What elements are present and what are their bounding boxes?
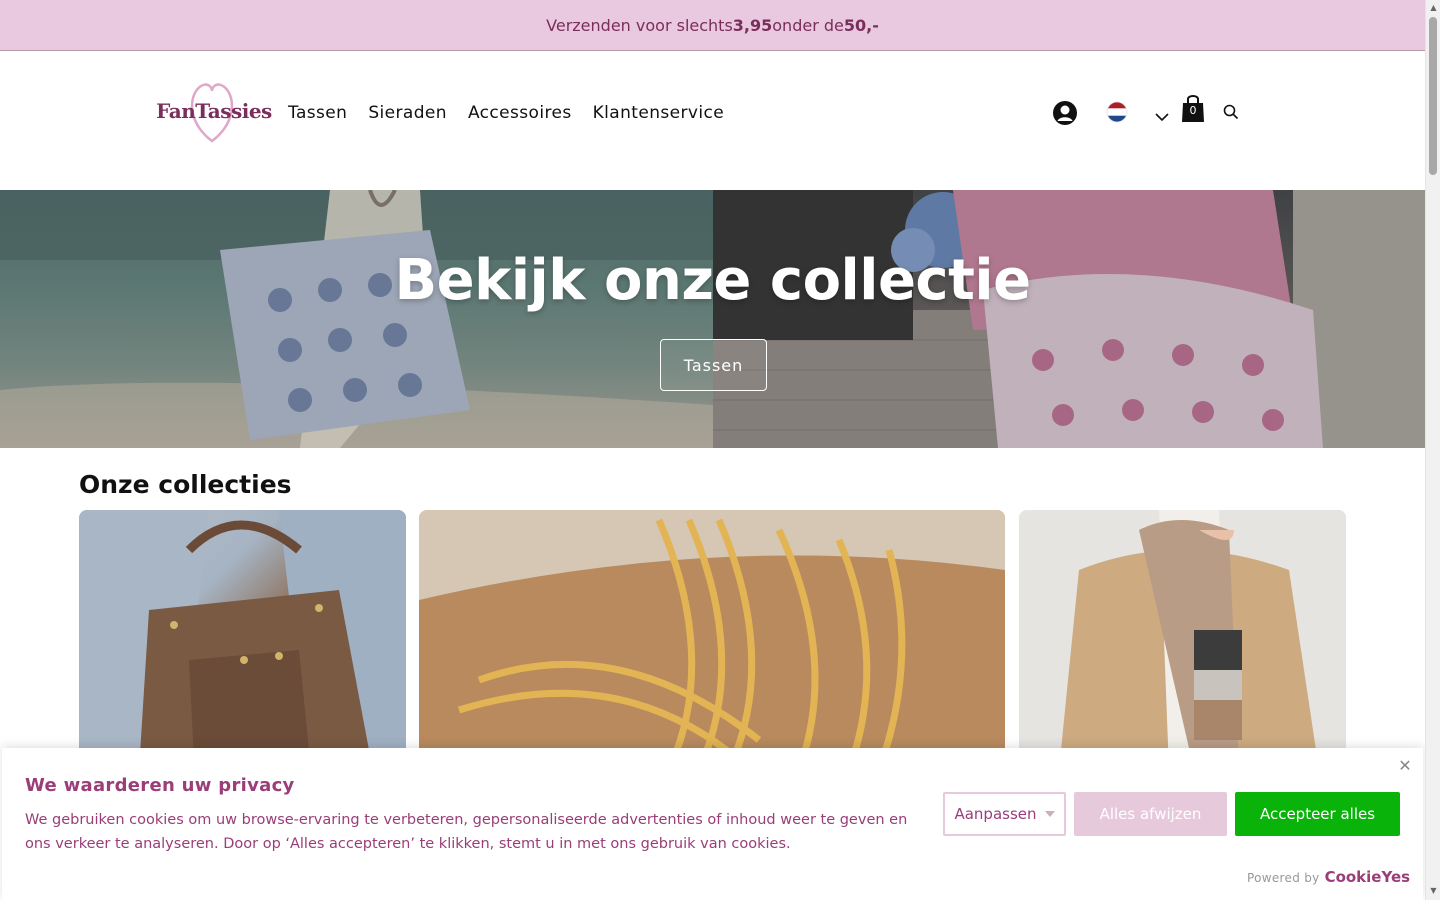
announcement-prefix: Verzenden voor slechts <box>546 15 733 35</box>
collections-title: Onze collecties <box>79 470 292 499</box>
cart-icon[interactable]: 0 <box>1181 92 1205 124</box>
cookie-text: We gebruiken cookies om uw browse-ervari… <box>25 812 908 852</box>
logo-text: FanTassies <box>156 99 272 123</box>
hero-banner: Bekijk onze collectie Tassen <box>0 190 1425 448</box>
scroll-up-icon[interactable]: ▲ <box>1429 3 1438 12</box>
close-icon[interactable]: ✕ <box>1396 757 1414 775</box>
cart-count: 0 <box>1189 104 1197 117</box>
reject-all-button[interactable]: Alles afwijzen <box>1074 792 1227 836</box>
search-icon[interactable] <box>1223 104 1239 124</box>
main-nav: Tassen Sieraden Accessoires Klantenservi… <box>288 103 724 123</box>
site-header: FanTassies Tassen Sieraden Accessoires K… <box>0 51 1425 190</box>
customize-button[interactable]: Aanpassen <box>943 792 1066 836</box>
announcement-middle: onder de <box>772 15 844 35</box>
page-scrollbar[interactable]: ▲ ▼ <box>1425 0 1440 900</box>
hero-overlay <box>0 190 1425 448</box>
customize-label: Aanpassen <box>954 805 1037 823</box>
nav-item-accessoires[interactable]: Accessoires <box>468 103 572 123</box>
announcement-bar: Verzenden voor slechts 3,95 onder de 50,… <box>0 0 1425 51</box>
site-logo[interactable]: FanTassies <box>155 81 273 145</box>
caret-down-icon <box>1044 811 1055 817</box>
nav-item-klantenservice[interactable]: Klantenservice <box>593 103 724 123</box>
announcement-threshold: 50,- <box>843 15 879 35</box>
cookieyes-logo: CookieYes <box>1324 868 1411 886</box>
collection-card-jewelry[interactable] <box>419 510 1005 770</box>
accept-all-button[interactable]: Accepteer alles <box>1235 792 1400 836</box>
chevron-down-icon[interactable] <box>1155 107 1169 126</box>
collection-card-accessories[interactable] <box>1019 510 1346 770</box>
collection-card-bags[interactable] <box>79 510 406 770</box>
account-icon[interactable] <box>1052 100 1078 130</box>
netherlands-flag-icon[interactable] <box>1106 101 1128 127</box>
cookie-title: We waarderen uw privacy <box>25 775 295 796</box>
hero-button-tassen[interactable]: Tassen <box>660 339 767 391</box>
nav-item-sieraden[interactable]: Sieraden <box>368 103 447 123</box>
powered-by-label: Powered by <box>1247 871 1320 885</box>
hero-title: Bekijk onze collectie <box>394 248 1031 313</box>
powered-by[interactable]: Powered by CookieYes <box>1247 868 1410 886</box>
scroll-down-icon[interactable]: ▼ <box>1429 886 1438 895</box>
nav-item-tassen[interactable]: Tassen <box>288 103 347 123</box>
announcement-price: 3,95 <box>732 15 773 35</box>
cookie-banner: ✕ We waarderen uw privacy We gebruiken c… <box>2 748 1423 900</box>
scroll-thumb[interactable] <box>1429 17 1437 175</box>
